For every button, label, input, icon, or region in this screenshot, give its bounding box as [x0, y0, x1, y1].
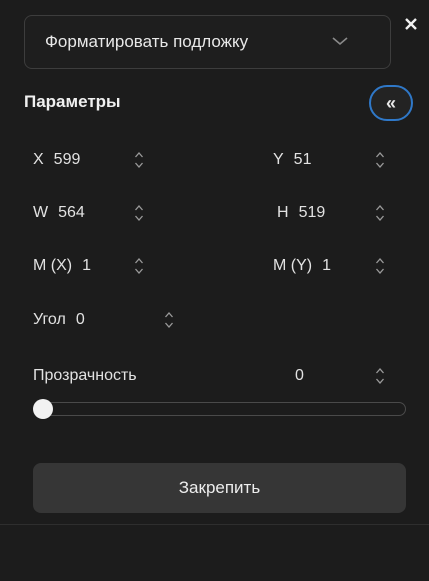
w-label: W: [33, 204, 49, 221]
angle-field[interactable]: Угол 0: [33, 308, 85, 332]
close-icon[interactable]: [403, 16, 419, 32]
x-field[interactable]: X 599: [33, 148, 80, 172]
chevron-down-icon: [332, 37, 348, 46]
y-field[interactable]: Y 51: [273, 148, 311, 172]
mx-label: M (X): [33, 257, 73, 274]
angle-value[interactable]: 0: [76, 311, 85, 329]
angle-stepper-icon[interactable]: [164, 310, 174, 330]
dropdown-value: Форматировать подложку: [45, 32, 249, 51]
double-chevron-left-icon: «: [385, 92, 396, 113]
w-value[interactable]: 564: [58, 204, 85, 222]
my-field[interactable]: M (Y) 1: [273, 254, 331, 278]
my-stepper-icon[interactable]: [375, 256, 385, 276]
angle-label: Угол: [33, 311, 66, 328]
format-mode-dropdown[interactable]: Форматировать подложку: [24, 15, 391, 69]
opacity-slider-thumb[interactable]: [33, 399, 53, 419]
divider: [0, 524, 429, 525]
mx-value[interactable]: 1: [82, 257, 91, 275]
y-label: Y: [273, 151, 284, 168]
y-stepper-icon[interactable]: [375, 150, 385, 170]
mx-stepper-icon[interactable]: [134, 256, 144, 276]
w-stepper-icon[interactable]: [134, 203, 144, 223]
h-field[interactable]: H 519: [277, 201, 325, 225]
h-value[interactable]: 519: [299, 204, 326, 222]
my-value[interactable]: 1: [322, 257, 331, 275]
my-label: M (Y): [273, 257, 313, 274]
x-stepper-icon[interactable]: [134, 150, 144, 170]
collapse-button[interactable]: «: [369, 85, 413, 121]
opacity-value[interactable]: 0: [295, 364, 304, 388]
h-stepper-icon[interactable]: [375, 203, 385, 223]
opacity-stepper-icon[interactable]: [375, 366, 385, 386]
y-value[interactable]: 51: [294, 151, 312, 169]
opacity-slider-track[interactable]: [34, 402, 406, 416]
opacity-label: Прозрачность: [33, 367, 137, 384]
mx-field[interactable]: M (X) 1: [33, 254, 91, 278]
section-title: Параметры: [24, 92, 121, 111]
w-field[interactable]: W 564: [33, 201, 85, 225]
format-panel: Форматировать подложку Параметры « X 599…: [0, 0, 429, 581]
x-label: X: [33, 151, 44, 168]
x-value[interactable]: 599: [54, 151, 81, 169]
pin-button[interactable]: Закрепить: [33, 463, 406, 513]
h-label: H: [277, 204, 289, 221]
